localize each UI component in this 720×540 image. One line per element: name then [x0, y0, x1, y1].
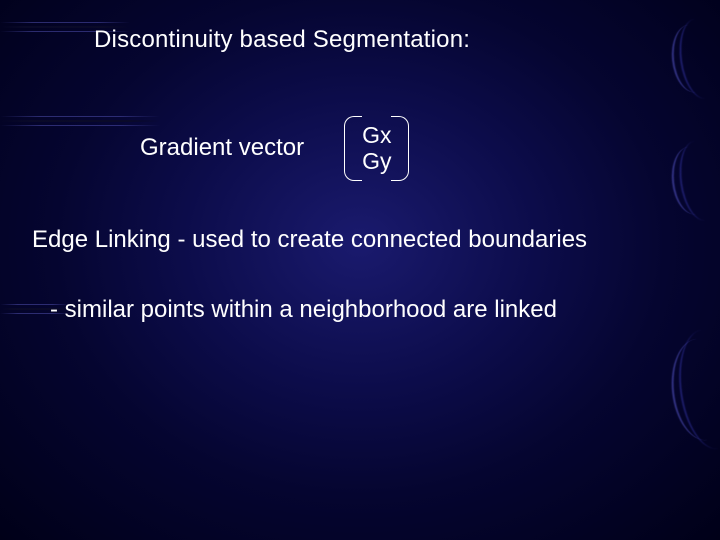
bracket-left-icon — [344, 116, 362, 181]
gradient-row: Gradient vector Gx Gy — [140, 116, 405, 181]
slide-title: Discontinuity based Segmentation: — [94, 26, 470, 54]
edge-linking-text: Edge Linking - used to create connected … — [32, 226, 587, 254]
decorative-wisp — [669, 22, 720, 95]
decorative-streak — [0, 120, 160, 122]
bracket-right-icon — [391, 116, 409, 181]
decorative-wisp — [667, 337, 720, 444]
gradient-vector: Gx Gy — [348, 116, 405, 181]
vector-entry-gx: Gx — [362, 122, 391, 148]
decorative-wisp — [669, 144, 720, 217]
vector-entry-gy: Gy — [362, 148, 391, 174]
gradient-label: Gradient vector — [140, 134, 304, 162]
similar-points-text: - similar points within a neighborhood a… — [50, 296, 557, 324]
